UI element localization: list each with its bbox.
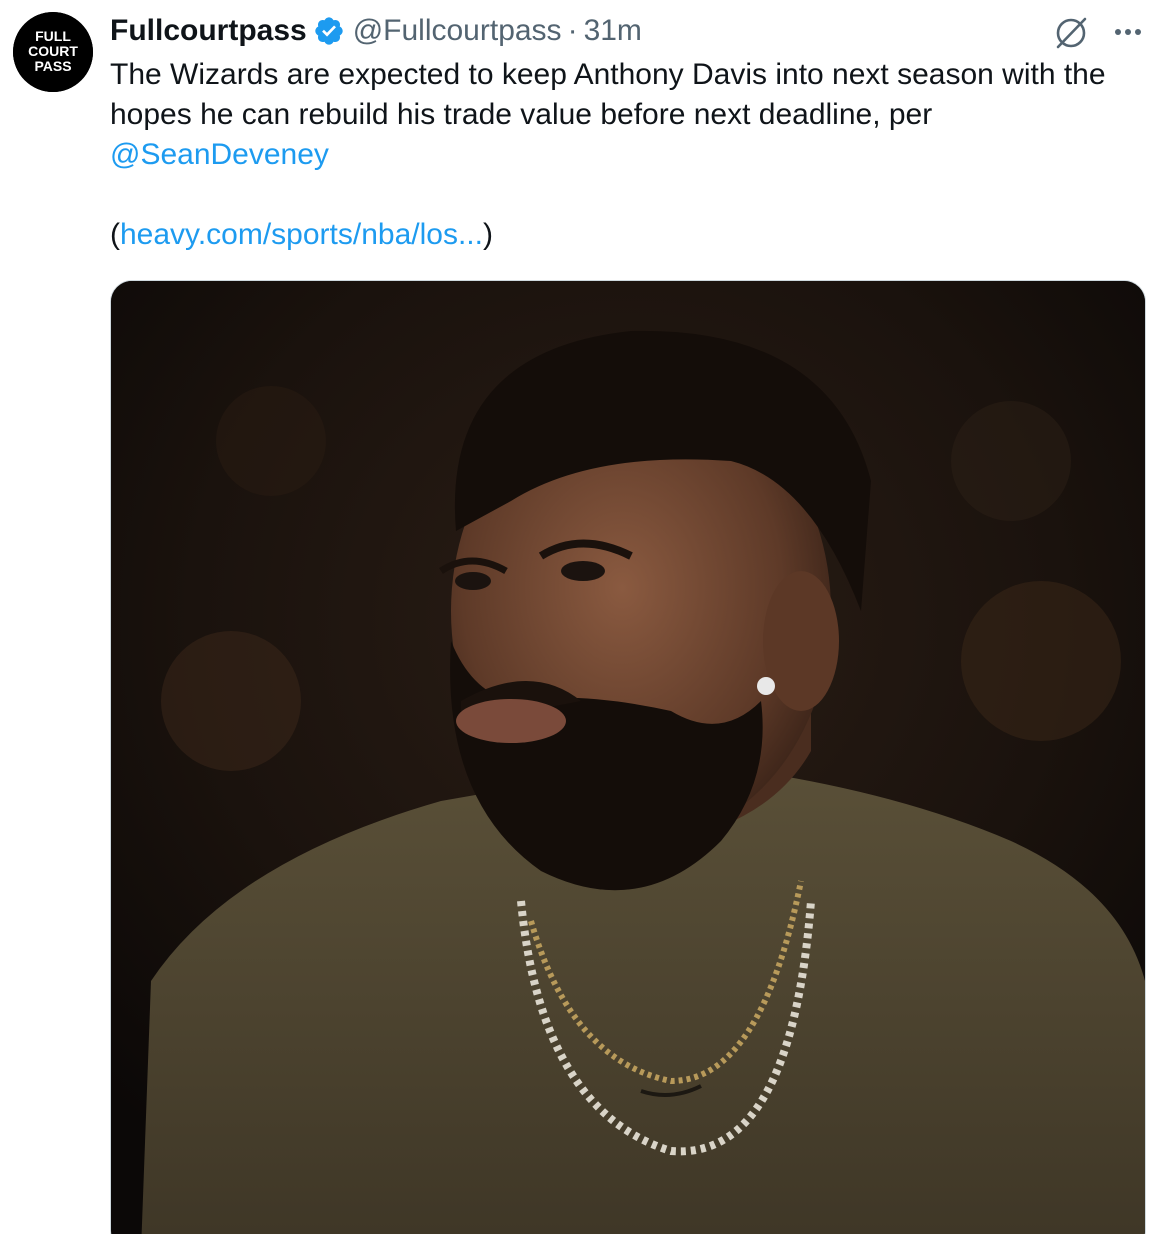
avatar[interactable]: FULL COURT PASS <box>13 12 93 92</box>
author-display-name[interactable]: Fullcourtpass <box>110 14 307 48</box>
tweet-text: The Wizards are expected to keep Anthony… <box>110 55 1150 255</box>
link-open-paren: ( <box>110 218 120 251</box>
tweet[interactable]: FULL COURT PASS Fullcourtpass @Fullcourt… <box>0 0 1166 1234</box>
avatar-logo-line2: COURT <box>28 43 78 59</box>
tweet-header: Fullcourtpass @Fullcourtpass · 31m <box>110 10 642 52</box>
separator-dot: · <box>567 14 578 47</box>
mention-link[interactable]: @SeanDeveney <box>110 138 329 171</box>
tweet-body-paragraph: The Wizards are expected to keep Anthony… <box>110 55 1150 175</box>
external-link[interactable]: heavy.com/sports/nba/los... <box>120 218 483 251</box>
grok-icon[interactable] <box>1052 14 1090 52</box>
tweet-photo[interactable] <box>110 280 1146 1234</box>
tweet-link-line: (heavy.com/sports/nba/los...) <box>110 215 1150 255</box>
author-handle[interactable]: @Fullcourtpass <box>353 14 562 48</box>
tweet-timestamp[interactable]: 31m <box>584 14 642 48</box>
verified-badge-icon <box>313 15 345 47</box>
avatar-logo-line3: PASS <box>34 58 71 74</box>
link-close-paren: ) <box>482 218 493 251</box>
more-options-icon[interactable] <box>1110 14 1146 50</box>
avatar-logo-line1: FULL <box>35 28 71 44</box>
tweet-body-text: The Wizards are expected to keep Anthony… <box>110 58 1106 131</box>
